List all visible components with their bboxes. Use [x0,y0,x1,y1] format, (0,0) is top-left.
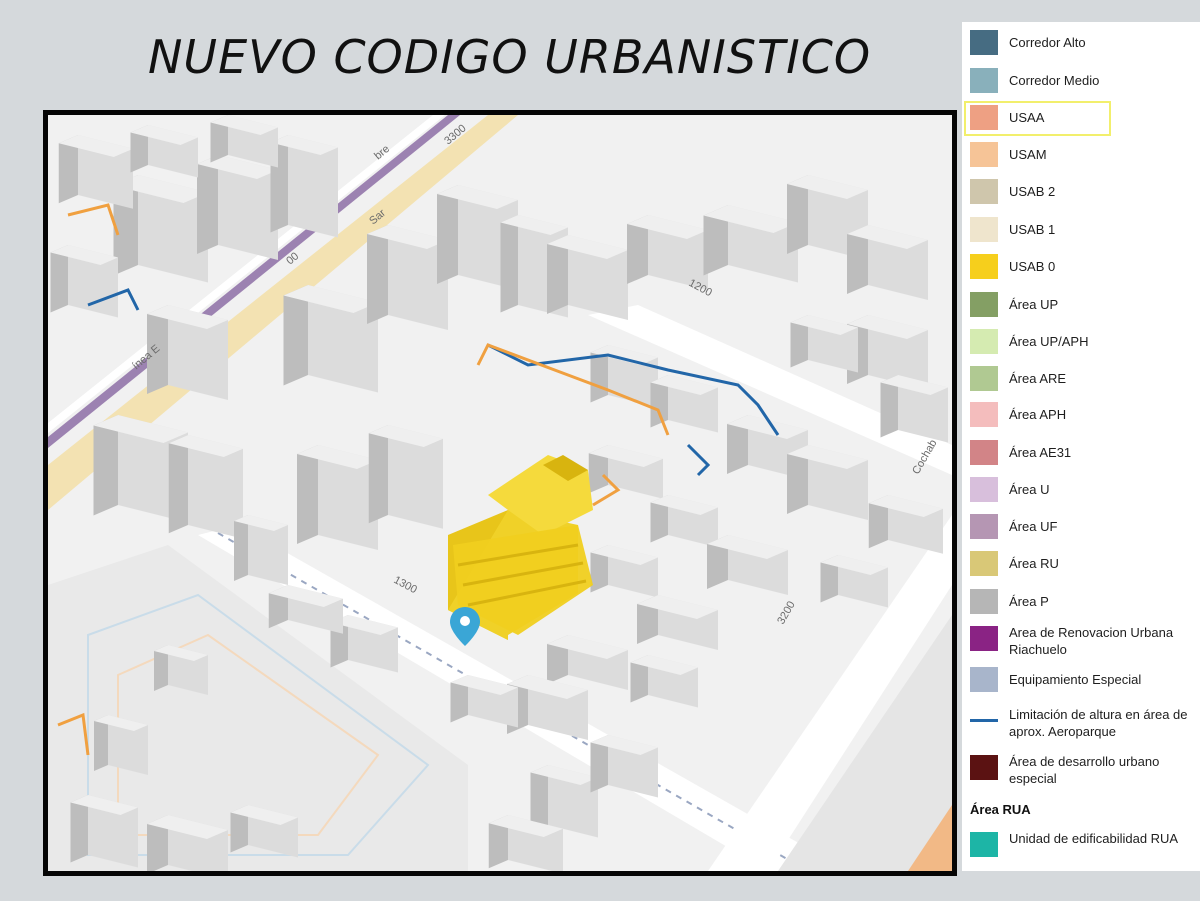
legend-swatch [970,142,998,167]
legend-label: Área de desarrollo urbano especial [1009,754,1160,786]
legend-swatch [970,254,998,279]
page-title: NUEVO CODIGO URBANISTICO [148,30,872,84]
legend-label: Equipamiento Especial [1009,672,1142,687]
building-block-side [297,445,318,544]
legend-highlight-usaa [964,101,1111,136]
building-block-side [234,515,248,581]
building-block-side [367,225,388,324]
building-block-side [168,435,188,534]
legend-swatch [970,477,998,502]
legend-label: Área RU [1009,556,1059,571]
legend-swatch [970,68,998,93]
legend-label: USAB 2 [1009,184,1056,199]
legend-swatch [970,755,998,780]
building-block-side [368,425,388,524]
legend-label: Corredor Alto [1009,35,1086,50]
legend-swatch [970,589,998,614]
legend-label: Área UF [1009,519,1058,534]
legend-swatch [970,30,998,55]
map-legend: Corredor Alto Corredor Medio USAA USAM USAB … [962,22,1200,871]
legend-swatch [970,626,998,651]
map-canvas[interactable]: 3300 Sar bre 00 ínea E 1200 Cochab 1300 … [48,115,952,871]
legend-swatch [970,402,998,427]
legend-swatch [970,832,998,857]
legend-label: Area de Renovacion Urbana Riachuelo [1009,625,1174,657]
legend-swatch [970,179,998,204]
legend-swatch [970,329,998,354]
legend-label: Área AE31 [1009,445,1072,460]
legend-label: Área ARE [1009,371,1067,386]
legend-label: Área UP [1009,297,1059,312]
legend-label: Área U [1009,482,1050,497]
building-block-side [197,155,218,254]
map-3d-view[interactable]: 3300 Sar bre 00 ínea E 1200 Cochab 1300 … [43,110,957,876]
legend-label: Corredor Medio [1009,73,1100,88]
legend-swatch [970,366,998,391]
legend-label: USAB 0 [1009,259,1056,274]
legend-label: Área P [1009,594,1049,609]
legend-swatch [970,440,998,465]
legend-label: Área UP/APH [1009,334,1089,349]
legend-heading-rua: Área RUA [970,802,1031,817]
legend-label: USAM [1009,147,1047,162]
legend-line-swatch [970,719,998,722]
legend-swatch [970,514,998,539]
legend-swatch [970,551,998,576]
legend-label: USAB 1 [1009,222,1056,237]
legend-label: Área APH [1009,407,1067,422]
legend-swatch [970,292,998,317]
building-block-side [437,185,458,284]
legend-label: Unidad de edificabilidad RUA [1009,831,1179,846]
legend-label: Limitación de altura en área de aprox. A… [1009,707,1188,739]
building-block-side [500,215,518,313]
legend-swatch [970,667,998,692]
legend-swatch [970,217,998,242]
